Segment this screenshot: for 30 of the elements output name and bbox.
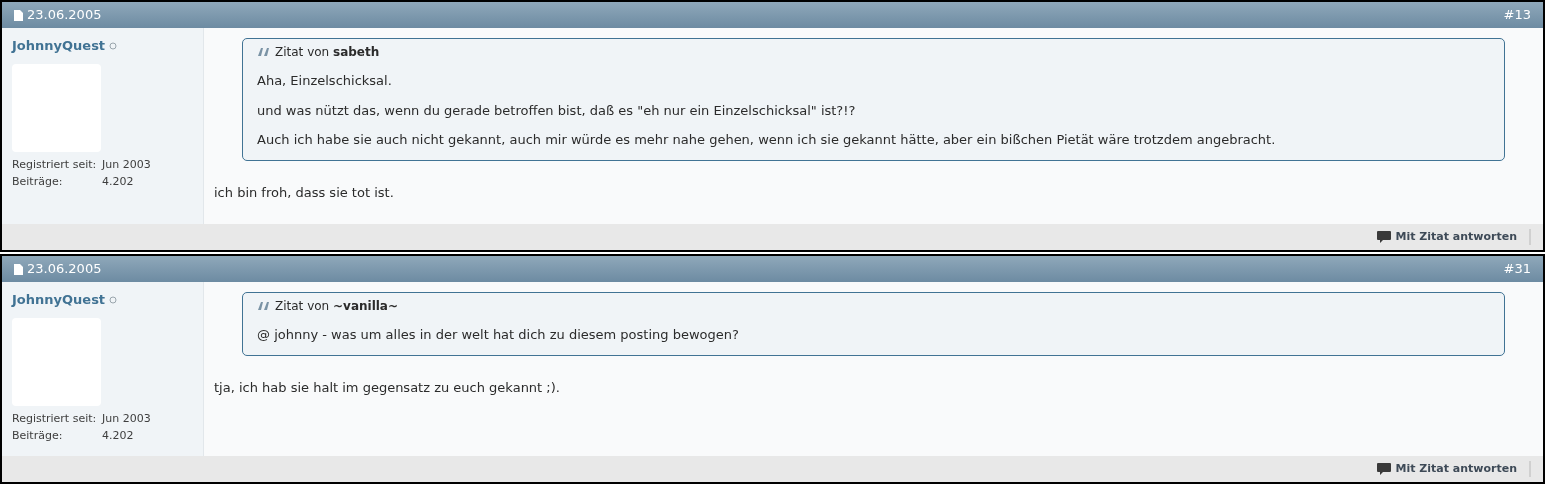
quote-icon xyxy=(257,47,271,57)
speech-bubble-icon xyxy=(1377,230,1392,244)
quote-text: und was nützt das, wenn du gerade betroffen bist, daß es "eh nur ein Einzelschicksal" ist?!? xyxy=(257,101,857,120)
username-link[interactable]: JohnnyQuest xyxy=(12,290,106,310)
stat-label: Beiträge: xyxy=(12,427,64,444)
document-icon xyxy=(14,9,23,21)
quote-icon xyxy=(257,301,271,311)
stat-label: Registriert seit: xyxy=(12,156,98,173)
stat-value: 4.202 xyxy=(102,173,134,190)
quote-text: @ johnny - was um alles in der welt hat dich zu diesem posting bewogen? xyxy=(257,326,740,344)
stat-label: Registriert seit: xyxy=(12,410,98,427)
quote-source: Zitat von sabeth xyxy=(275,44,380,61)
quote-reply-button[interactable]: Mit Zitat antworten xyxy=(1377,460,1517,478)
post-date: 23.06.2005 xyxy=(27,260,102,279)
post-date: 23.06.2005 xyxy=(27,6,102,25)
quote-source: Zitat von ~vanilla~ xyxy=(275,298,399,315)
post-message: ich bin froh, dass sie tot ist. xyxy=(214,183,395,202)
stat-value: Jun 2003 xyxy=(102,410,151,427)
post-number-link[interactable]: #13 xyxy=(1503,5,1531,25)
post-message: tja, ich hab sie halt im gegensatz zu euch gekannt ;). xyxy=(214,378,561,397)
quote-text: Auch ich habe sie auch nicht gekannt, auch mir würde es mehr nahe gehen, wenn ich sie gekannt hätte, aber ein bißchen Pietät wäre trotzdem angebracht. xyxy=(257,131,1277,149)
username-link[interactable]: JohnnyQuest xyxy=(12,36,106,56)
document-icon xyxy=(14,263,23,275)
stat-value: Jun 2003 xyxy=(102,156,151,173)
quote-text: Aha, Einzelschicksal. xyxy=(257,72,393,90)
post-number-link[interactable]: #31 xyxy=(1503,259,1531,279)
stat-value: 4.202 xyxy=(102,427,134,444)
speech-bubble-icon xyxy=(1377,462,1392,476)
stat-label: Beiträge: xyxy=(12,173,64,190)
quote-reply-button[interactable]: Mit Zitat antworten xyxy=(1377,228,1517,246)
